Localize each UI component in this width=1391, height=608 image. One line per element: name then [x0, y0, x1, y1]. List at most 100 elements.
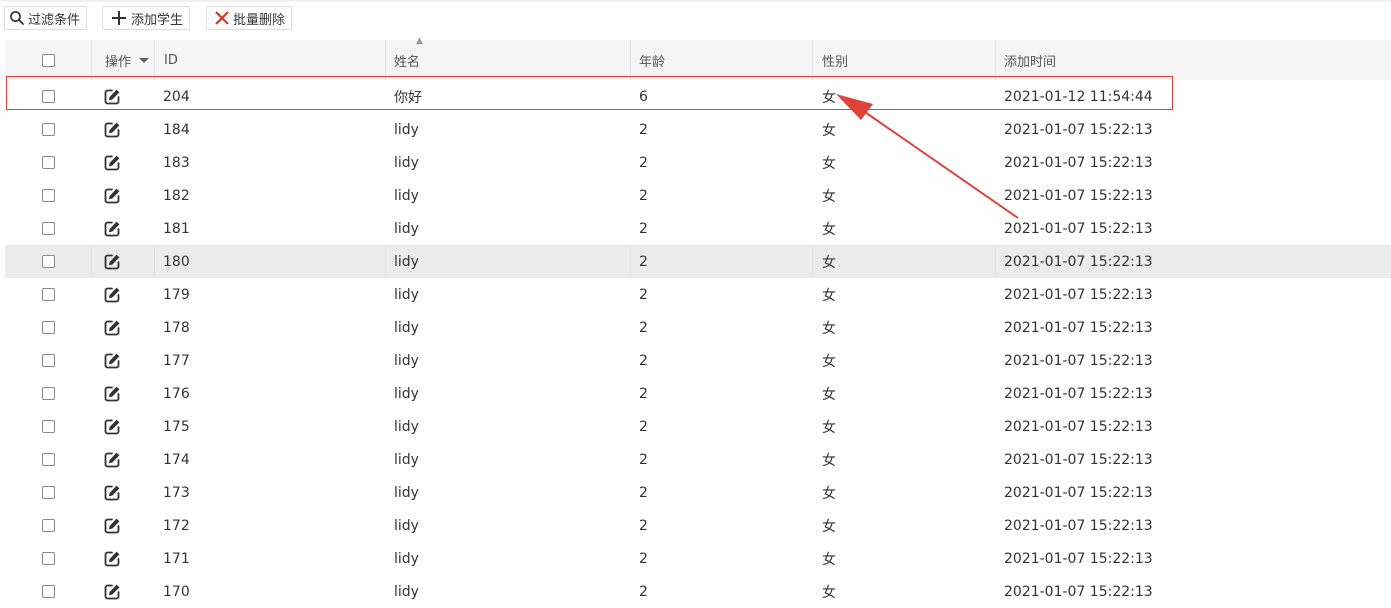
- header-actions[interactable]: 操作: [92, 40, 155, 80]
- cell-id: 171: [163, 550, 190, 567]
- cell-age: 2: [639, 583, 648, 600]
- row-checkbox[interactable]: [41, 255, 55, 268]
- cell-age: 2: [639, 385, 648, 402]
- cell-added-time: 2021-01-07 15:22:13: [1004, 517, 1153, 534]
- edit-icon[interactable]: [103, 517, 121, 535]
- table-row[interactable]: 183 lidy 2 女 2021-01-07 15:22:13: [5, 146, 1391, 179]
- edit-icon[interactable]: [103, 121, 121, 139]
- search-icon: [10, 11, 24, 25]
- cell-age: 2: [639, 187, 648, 204]
- row-checkbox[interactable]: [42, 387, 55, 400]
- table-row[interactable]: 176 lidy 2 女 2021-01-07 15:22:13: [5, 377, 1391, 410]
- edit-icon[interactable]: [103, 154, 121, 172]
- table-row[interactable]: 175 lidy 2 女 2021-01-07 15:22:13: [5, 410, 1391, 443]
- row-checkbox[interactable]: [42, 189, 55, 202]
- cell-name: lidy: [386, 245, 631, 278]
- edit-icon[interactable]: [103, 88, 121, 106]
- edit-icon[interactable]: [103, 583, 121, 601]
- edit-icon[interactable]: [103, 220, 121, 238]
- row-checkbox[interactable]: [42, 288, 55, 301]
- table-row[interactable]: 182 lidy 2 女 2021-01-07 15:22:13: [5, 179, 1391, 212]
- row-checkbox[interactable]: [42, 585, 55, 598]
- cell-added-time: 2021-01-12 11:54:44: [1004, 88, 1153, 105]
- cell-id: 183: [163, 154, 190, 171]
- cell-name: 你好: [394, 89, 422, 106]
- row-checkbox[interactable]: [42, 321, 55, 334]
- cell-added-time: 2021-01-07 15:22:13: [1004, 352, 1153, 369]
- cell-added-time: 2021-01-07 15:22:13: [1004, 286, 1153, 303]
- cell-added-time: 2021-01-07 15:22:13: [1004, 484, 1153, 501]
- header-actions-label: 操作: [105, 54, 132, 70]
- table-row[interactable]: 171 lidy 2 女 2021-01-07 15:22:13: [5, 542, 1391, 575]
- cell-sex: 女: [822, 353, 836, 370]
- edit-icon[interactable]: [103, 253, 121, 271]
- row-checkbox[interactable]: [42, 123, 55, 136]
- cell-age: 2: [639, 451, 648, 468]
- table-row[interactable]: 173 lidy 2 女 2021-01-07 15:22:13: [5, 476, 1391, 509]
- row-checkbox[interactable]: [42, 90, 55, 103]
- row-actions-cell: [92, 146, 155, 179]
- header-id[interactable]: ID ▲: [155, 36, 423, 80]
- table-row[interactable]: 178 lidy 2 女 2021-01-07 15:22:13: [5, 311, 1391, 344]
- filter-button[interactable]: 过滤条件: [4, 6, 88, 30]
- cell-sex: 女: [822, 89, 836, 106]
- table-row[interactable]: 172 lidy 2 女 2021-01-07 15:22:13: [5, 509, 1391, 542]
- table-row[interactable]: 180 lidy 2 女 2021-01-07 15:22:13: [5, 245, 1391, 278]
- row-checkbox[interactable]: [42, 156, 55, 169]
- row-checkbox[interactable]: [42, 453, 55, 466]
- cell-sex: 女: [822, 221, 836, 238]
- cell-id: 179: [163, 286, 190, 303]
- caret-down-icon[interactable]: [137, 55, 151, 65]
- row-checkbox[interactable]: [42, 486, 55, 499]
- table-row[interactable]: 181 lidy 2 女 2021-01-07 15:22:13: [5, 212, 1391, 245]
- row-select-cell: [5, 476, 92, 509]
- edit-icon[interactable]: [103, 484, 121, 502]
- cell-name: lidy: [394, 583, 419, 600]
- row-actions-cell: [92, 80, 155, 113]
- add-student-button[interactable]: 添加学生: [102, 6, 191, 30]
- cell-sex: 女: [822, 287, 836, 304]
- edit-icon[interactable]: [103, 187, 121, 205]
- cell-name: lidy: [394, 418, 419, 435]
- table-row[interactable]: 204 你好 6 女 2021-01-12 11:54:44: [5, 80, 1391, 113]
- table-row[interactable]: 179 lidy 2 女 2021-01-07 15:22:13: [5, 278, 1391, 311]
- row-checkbox[interactable]: [42, 222, 55, 235]
- header-sex[interactable]: 性别: [813, 40, 996, 80]
- row-actions-cell: [92, 542, 155, 575]
- table-row[interactable]: 177 lidy 2 女 2021-01-07 15:22:13: [5, 344, 1391, 377]
- plus-icon: [112, 11, 126, 25]
- header-added-time[interactable]: 添加时间: [996, 40, 1391, 80]
- table-row[interactable]: 184 lidy 2 女 2021-01-07 15:22:13: [5, 113, 1391, 146]
- table-row[interactable]: 170 lidy 2 女 2021-01-07 15:22:13: [5, 575, 1391, 608]
- edit-icon[interactable]: [103, 550, 121, 568]
- cell-name: lidy: [394, 352, 419, 369]
- edit-icon[interactable]: [103, 352, 121, 370]
- edit-icon[interactable]: [103, 286, 121, 304]
- table-row[interactable]: 174 lidy 2 女 2021-01-07 15:22:13: [5, 443, 1391, 476]
- edit-icon[interactable]: [103, 385, 121, 403]
- cell-id: 173: [163, 484, 190, 501]
- cell-id: 176: [163, 385, 190, 402]
- header-name[interactable]: 姓名: [386, 40, 631, 80]
- cell-age: 2: [639, 550, 648, 567]
- edit-icon[interactable]: [103, 451, 121, 469]
- row-checkbox[interactable]: [42, 519, 55, 532]
- row-checkbox[interactable]: [42, 354, 55, 367]
- cell-id: 184: [163, 121, 190, 138]
- row-select-cell: [5, 179, 92, 212]
- cell-added-time: 2021-01-07 15:22:13: [1004, 418, 1153, 435]
- row-select-cell: [5, 344, 92, 377]
- cell-sex: 女: [822, 419, 836, 436]
- row-checkbox[interactable]: [42, 552, 55, 565]
- edit-icon[interactable]: [103, 418, 121, 436]
- select-all-checkbox[interactable]: [41, 53, 55, 67]
- cell-id: 170: [163, 583, 190, 600]
- batch-delete-button[interactable]: 批量删除: [206, 6, 293, 30]
- header-select-all-cell: [5, 40, 92, 80]
- header-age[interactable]: 年龄: [631, 40, 813, 80]
- row-checkbox[interactable]: [42, 420, 55, 433]
- row-actions-cell: [92, 410, 155, 443]
- cell-age: 2: [631, 245, 813, 278]
- row-select-cell: [5, 146, 92, 179]
- edit-icon[interactable]: [103, 319, 121, 337]
